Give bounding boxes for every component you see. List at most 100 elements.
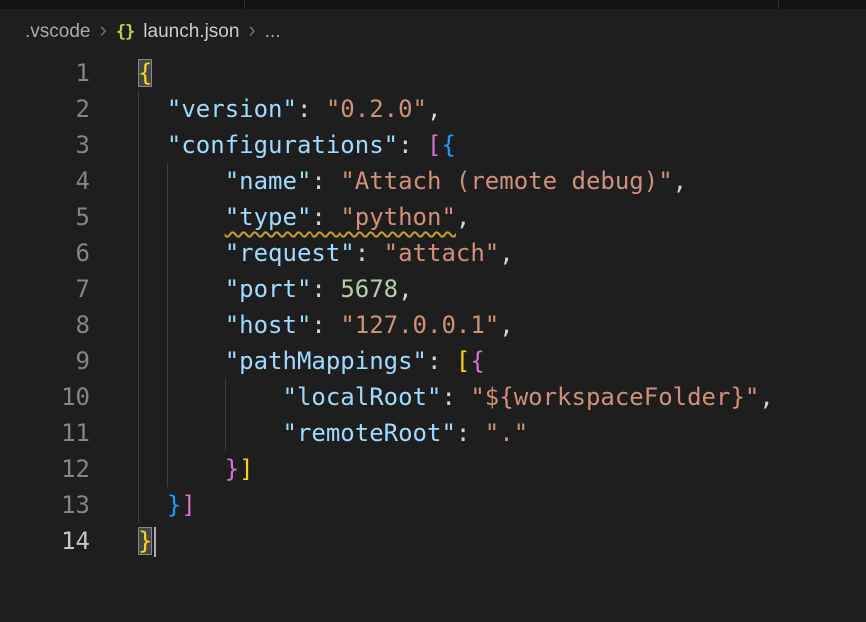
line-number: 7 bbox=[0, 271, 90, 307]
code-token: { bbox=[470, 347, 484, 375]
line-number: 10 bbox=[0, 379, 90, 415]
code-token: "localRoot" bbox=[283, 383, 442, 411]
code-token: "Attach (remote debug)" bbox=[340, 167, 672, 195]
breadcrumb-folder[interactable]: .vscode bbox=[25, 21, 90, 43]
code-line-content: "port": 5678, bbox=[90, 271, 866, 307]
code-token: "attach" bbox=[384, 239, 500, 267]
line-number: 3 bbox=[0, 127, 90, 163]
code-token: , bbox=[499, 311, 513, 339]
code-token: { bbox=[441, 131, 455, 159]
indent-guide bbox=[167, 271, 168, 307]
code-line[interactable]: 6 "request": "attach", bbox=[0, 235, 866, 271]
code-line[interactable]: 14} bbox=[0, 523, 866, 559]
code-token: : bbox=[311, 203, 340, 231]
code-token: : bbox=[311, 167, 340, 195]
tab-separator bbox=[778, 0, 779, 9]
code-token: } bbox=[167, 491, 181, 519]
indent-guide bbox=[138, 343, 139, 379]
code-line[interactable]: 7 "port": 5678, bbox=[0, 271, 866, 307]
code-line[interactable]: 5 "type": "python", bbox=[0, 199, 866, 235]
code-line[interactable]: 12 }] bbox=[0, 451, 866, 487]
code-token: "0.2.0" bbox=[326, 95, 427, 123]
line-number: 12 bbox=[0, 451, 90, 487]
chevron-right-icon: › bbox=[99, 19, 106, 44]
indent-guide bbox=[167, 199, 168, 235]
code-line[interactable]: 13 }] bbox=[0, 487, 866, 523]
indent-guide bbox=[138, 415, 139, 451]
code-line-content: } bbox=[90, 523, 866, 559]
text-cursor bbox=[154, 527, 156, 557]
indent-guide bbox=[167, 343, 168, 379]
code-line[interactable]: 9 "pathMappings": [{ bbox=[0, 343, 866, 379]
code-token: 5678 bbox=[340, 275, 398, 303]
indent-guide bbox=[167, 235, 168, 271]
code-line-content: "configurations": [{ bbox=[90, 127, 866, 163]
editor-tab-bar bbox=[0, 0, 866, 9]
code-line[interactable]: 3 "configurations": [{ bbox=[0, 127, 866, 163]
code-token: : bbox=[427, 347, 456, 375]
indent-guide bbox=[225, 379, 226, 415]
indent-guide bbox=[138, 235, 139, 271]
code-line[interactable]: 4 "name": "Attach (remote debug)", bbox=[0, 163, 866, 199]
code-editor[interactable]: 1{2 "version": "0.2.0",3 "configurations… bbox=[0, 54, 866, 559]
code-token: , bbox=[456, 203, 470, 231]
code-line[interactable]: 8 "host": "127.0.0.1", bbox=[0, 307, 866, 343]
code-line[interactable]: 10 "localRoot": "${workspaceFolder}", bbox=[0, 379, 866, 415]
code-line-content: "version": "0.2.0", bbox=[90, 91, 866, 127]
code-line-content: "localRoot": "${workspaceFolder}", bbox=[90, 379, 866, 415]
code-token: [ bbox=[456, 347, 470, 375]
code-token: : bbox=[311, 275, 340, 303]
code-token: "request" bbox=[225, 239, 355, 267]
code-line-content: "type": "python", bbox=[90, 199, 866, 235]
code-token: "127.0.0.1" bbox=[340, 311, 499, 339]
breadcrumb-more[interactable]: ... bbox=[265, 21, 281, 43]
code-token: , bbox=[427, 95, 441, 123]
code-token: } bbox=[138, 527, 152, 555]
code-line[interactable]: 1{ bbox=[0, 55, 866, 91]
breadcrumb-file[interactable]: launch.json bbox=[143, 21, 239, 43]
code-token: "name" bbox=[225, 167, 312, 195]
code-token: : bbox=[297, 95, 326, 123]
chevron-right-icon: › bbox=[248, 19, 255, 44]
code-token: { bbox=[138, 59, 152, 87]
code-token: "version" bbox=[167, 95, 297, 123]
line-number: 2 bbox=[0, 91, 90, 127]
code-token: "port" bbox=[225, 275, 312, 303]
code-line[interactable]: 11 "remoteRoot": "." bbox=[0, 415, 866, 451]
code-line-content: }] bbox=[90, 487, 866, 523]
indent-guide bbox=[138, 379, 139, 415]
line-number: 9 bbox=[0, 343, 90, 379]
code-token: [ bbox=[427, 131, 441, 159]
indent-guide bbox=[167, 163, 168, 199]
code-token: , bbox=[759, 383, 773, 411]
indent-guide bbox=[138, 487, 139, 523]
code-token: : bbox=[398, 131, 427, 159]
line-number: 13 bbox=[0, 487, 90, 523]
indent-guide bbox=[138, 127, 139, 163]
code-line-content: "name": "Attach (remote debug)", bbox=[90, 163, 866, 199]
code-line[interactable]: 2 "version": "0.2.0", bbox=[0, 91, 866, 127]
indent-guide bbox=[138, 199, 139, 235]
indent-guide bbox=[138, 163, 139, 199]
code-token: ] bbox=[181, 491, 195, 519]
line-number: 8 bbox=[0, 307, 90, 343]
indent-guide bbox=[138, 451, 139, 487]
line-number: 5 bbox=[0, 199, 90, 235]
breadcrumb: .vscode › {} launch.json › ... bbox=[0, 9, 866, 54]
code-token: "configurations" bbox=[167, 131, 398, 159]
code-token: : bbox=[355, 239, 384, 267]
code-token: : bbox=[311, 311, 340, 339]
indent-guide bbox=[167, 307, 168, 343]
vscode-window: .vscode › {} launch.json › ... 1{2 "vers… bbox=[0, 0, 866, 622]
code-line-content: { bbox=[90, 55, 866, 91]
code-token: : bbox=[441, 383, 470, 411]
indent-guide bbox=[138, 307, 139, 343]
indent-guide bbox=[138, 91, 139, 127]
indent-guide bbox=[167, 379, 168, 415]
code-token: "python" bbox=[340, 203, 456, 231]
code-token: "type" bbox=[225, 203, 312, 231]
code-token: , bbox=[673, 167, 687, 195]
line-number: 6 bbox=[0, 235, 90, 271]
code-line-content: "remoteRoot": "." bbox=[90, 415, 866, 451]
line-number: 14 bbox=[0, 523, 90, 559]
